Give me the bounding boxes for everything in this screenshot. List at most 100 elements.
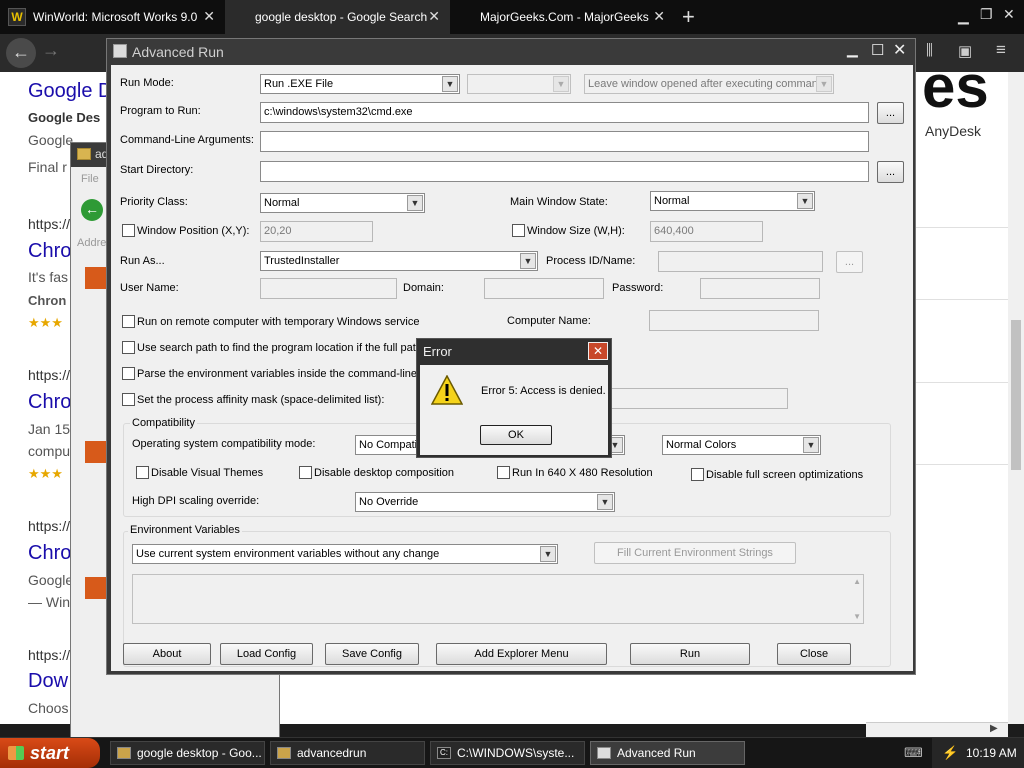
window-position-input[interactable]: 20,20	[260, 221, 373, 242]
close-browser-icon[interactable]: ✕	[1003, 6, 1015, 23]
fill-env-button[interactable]: Fill Current Environment Strings	[594, 542, 796, 564]
dpi-select[interactable]: No Override ▼	[355, 492, 615, 512]
load-config-button[interactable]: Load Config	[220, 643, 313, 665]
minimize-browser-icon[interactable]: ▁	[958, 8, 969, 25]
close-icon[interactable]: ✕	[893, 40, 906, 60]
window-size-checkbox[interactable]	[512, 224, 525, 237]
window-position-checkbox[interactable]	[122, 224, 135, 237]
result-snippet: Choos	[28, 700, 69, 716]
os-compat-label: Operating system compatibility mode:	[132, 438, 316, 450]
user-name-input[interactable]	[260, 278, 397, 299]
run-as-value: TrustedInstaller	[264, 255, 340, 267]
program-input[interactable]: c:\windows\system32\cmd.exe	[260, 102, 869, 123]
scroll-up-icon[interactable]: ▲	[853, 577, 861, 586]
anydesk-label[interactable]: AnyDesk	[925, 123, 981, 139]
priority-select[interactable]: Normal ▼	[260, 193, 425, 213]
disable-desktop-checkbox[interactable]	[299, 466, 312, 479]
tab-majorgeeks[interactable]: MajorGeeks.Com - MajorGeeks ✕	[450, 0, 675, 34]
back-icon[interactable]: ←	[6, 38, 36, 68]
result-title[interactable]: Chro	[28, 240, 71, 263]
taskbar-item-label: C:\WINDOWS\syste...	[457, 746, 575, 760]
taskbar-item-advancedrun[interactable]: advancedrun	[270, 741, 425, 765]
start-label: start	[30, 742, 70, 763]
browse-start-dir-button[interactable]: ...	[877, 161, 904, 183]
close-tab-icon[interactable]: ✕	[653, 8, 665, 25]
page-scrollbar[interactable]	[1008, 72, 1024, 724]
result-url[interactable]: https://	[28, 216, 70, 232]
run-mode-secondary-select[interactable]: ▼	[467, 74, 571, 94]
main-state-select[interactable]: Normal ▼	[650, 191, 815, 211]
main-state-value: Normal	[654, 195, 690, 207]
result-url[interactable]: https://	[28, 367, 70, 383]
taskbar-item-google-desktop[interactable]: google desktop - Goo...	[110, 741, 265, 765]
minimize-icon[interactable]: ▁	[847, 41, 858, 58]
scroll-down-icon[interactable]: ▼	[853, 612, 861, 621]
scroll-right-icon[interactable]: ▶	[990, 723, 998, 734]
scrollbar-thumb[interactable]	[1011, 320, 1021, 470]
network-icon[interactable]: ⚡	[942, 745, 958, 761]
result-title[interactable]: Dow	[28, 670, 68, 693]
error-dialog-title: Error	[423, 344, 452, 359]
run-mode-select[interactable]: Run .EXE File ▼	[260, 74, 460, 94]
args-input[interactable]	[260, 131, 869, 152]
browse-program-button[interactable]: ...	[877, 102, 904, 124]
result-title[interactable]: Chro	[28, 391, 71, 414]
environment-select[interactable]: Use current system environment variables…	[132, 544, 558, 564]
window-size-input[interactable]: 640,400	[650, 221, 763, 242]
save-config-button[interactable]: Save Config	[325, 643, 419, 665]
menu-icon[interactable]: ≡	[996, 40, 1006, 60]
add-explorer-menu-button[interactable]: Add Explorer Menu	[436, 643, 607, 665]
affinity-checkbox[interactable]	[122, 393, 135, 406]
disable-fullscreen-checkbox[interactable]	[691, 468, 704, 481]
start-button[interactable]: start	[0, 738, 100, 768]
domain-input[interactable]	[484, 278, 604, 299]
run-as-select[interactable]: TrustedInstaller ▼	[260, 251, 538, 271]
clock[interactable]: 10:19 AM	[966, 746, 1017, 760]
explorer-menu-file[interactable]: File	[81, 173, 99, 185]
run-640-checkbox[interactable]	[497, 466, 510, 479]
close-tab-icon[interactable]: ✕	[203, 8, 215, 25]
domain-label: Domain:	[403, 282, 444, 294]
result-heading[interactable]: Google D	[28, 80, 113, 103]
result-url[interactable]: https://	[28, 647, 70, 663]
advanced-run-titlebar[interactable]: Advanced Run ▁ ☐ ✕	[107, 39, 915, 65]
browse-process-button[interactable]: ...	[836, 251, 863, 273]
keyboard-icon[interactable]: ⌨	[904, 745, 923, 761]
windows-logo-icon	[8, 746, 24, 760]
taskbar-item-cmd[interactable]: C: C:\WINDOWS\syste...	[430, 741, 585, 765]
close-tab-icon[interactable]: ✕	[428, 8, 440, 25]
about-button[interactable]: About	[123, 643, 211, 665]
tab-winworld[interactable]: W WinWorld: Microsoft Works 9.0 ✕	[0, 0, 225, 34]
warning-icon	[431, 375, 463, 405]
search-path-checkbox[interactable]	[122, 341, 135, 354]
new-tab-icon[interactable]: +	[682, 4, 695, 30]
tab-google-search[interactable]: google desktop - Google Search ✕	[225, 0, 450, 34]
process-id-input[interactable]	[658, 251, 823, 272]
close-button[interactable]: Close	[777, 643, 851, 665]
environment-textarea[interactable]: ▲ ▼	[132, 574, 864, 624]
start-dir-input[interactable]	[260, 161, 869, 182]
parse-env-checkbox[interactable]	[122, 367, 135, 380]
compatibility-group-label: Compatibility	[130, 417, 197, 429]
forward-icon[interactable]: →	[42, 40, 60, 61]
result-snippet: Google	[28, 572, 74, 588]
affinity-input[interactable]	[611, 388, 788, 409]
ok-button[interactable]: OK	[480, 425, 552, 445]
taskbar-item-advanced-run[interactable]: Advanced Run	[590, 741, 745, 765]
leave-window-select[interactable]: Leave window opened after executing comm…	[584, 74, 834, 94]
remote-computer-checkbox[interactable]	[122, 315, 135, 328]
maximize-icon[interactable]: ☐	[871, 41, 884, 59]
horizontal-scrollbar[interactable]: ▶	[866, 722, 1008, 737]
password-input[interactable]	[700, 278, 820, 299]
computer-name-input[interactable]	[649, 310, 819, 331]
color-mode-select[interactable]: Normal Colors ▼	[662, 435, 821, 455]
restore-browser-icon[interactable]: ❐	[980, 6, 993, 23]
chevron-down-icon: ▼	[520, 253, 536, 269]
result-title[interactable]: Chro	[28, 542, 71, 565]
run-button[interactable]: Run	[630, 643, 750, 665]
disable-themes-checkbox[interactable]	[136, 466, 149, 479]
result-url[interactable]: https://	[28, 518, 70, 534]
rating-stars: ★★★	[28, 466, 63, 481]
back-arrow-icon[interactable]: ←	[81, 199, 103, 221]
close-icon[interactable]: ✕	[588, 342, 608, 360]
